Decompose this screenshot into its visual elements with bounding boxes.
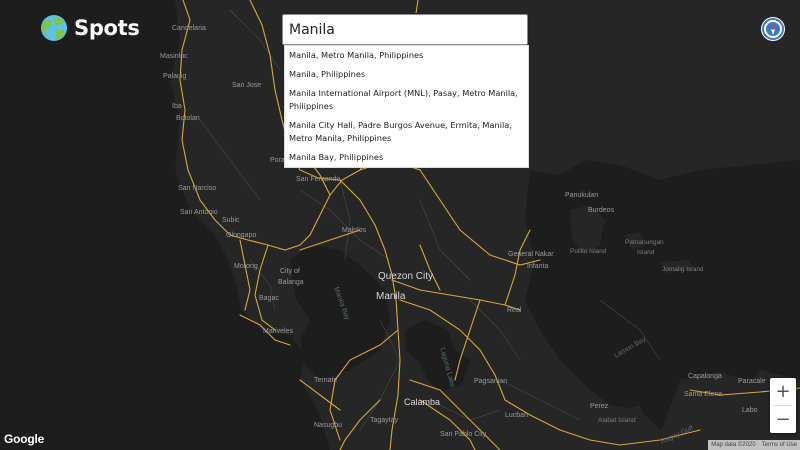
app-root: Candelaria Masinloc Palauig Iba Botolan … [0,0,800,450]
label-patnanungan-island: Patnanungan [625,239,664,246]
app-logo[interactable]: Spots [40,14,140,42]
label-subic: Subic [222,217,240,224]
label-tagaytay: Tagaytay [370,417,399,424]
label-ternate: Ternate [314,377,337,384]
label-candelaria: Candelaria [172,25,206,32]
compass-button[interactable] [761,17,785,41]
label-perez: Perez [590,403,609,410]
suggestion-item[interactable]: Manila, Metro Manila, Philippines [285,46,528,65]
search-box[interactable] [282,14,528,45]
label-calamba: Calamba [404,397,440,407]
zoom-out-button[interactable]: − [770,406,796,433]
label-infanta: Infanta [527,263,549,270]
map-data-credit: Map data ©2020 [711,442,756,448]
label-paracale: Paracale [738,378,766,385]
label-quezon-city: Quezon City [378,271,433,282]
label-san-antonio: San Antonio [180,209,218,216]
map-attribution: Map data ©2020 Terms of Use [708,440,800,450]
suggestion-item[interactable]: Manila International Airport (MNL), Pasa… [285,84,528,116]
label-palauig: Palauig [163,73,186,80]
label-panukulan: Panukulan [565,192,598,199]
search-suggestions: Manila, Metro Manila, Philippines Manila… [284,45,529,168]
suggestion-item[interactable]: Manila City Hall, Padre Burgos Avenue, E… [285,116,528,148]
google-logo[interactable]: Google [4,432,44,446]
search-input[interactable] [283,15,527,44]
label-botolan: Botolan [176,115,200,122]
globe-icon [41,15,67,41]
label-olongapo: Olongapo [226,232,256,239]
zoom-controls: + − [770,378,796,433]
label-alabat-island: Alabat Island [598,417,636,424]
label-malolos: Malolos [342,227,367,234]
label-san-fernando: San Fernando [296,176,340,183]
label-city-of-balanga-2: Balanga [278,279,304,286]
label-san-pablo-city: San Pablo City [440,431,487,438]
label-city-of-balanga: City of [280,268,300,275]
label-polillo-island: Polillo Island [570,248,607,255]
label-masinloc: Masinloc [160,53,188,60]
label-bagac: Bagac [259,295,279,302]
terms-link[interactable]: Terms of Use [762,442,797,448]
compass-icon [762,18,784,40]
label-santa-elena: Santa Elena [684,391,722,398]
label-pagsanjan: Pagsanjan [474,378,507,385]
label-general-nakar: General Nakar [508,251,554,258]
label-san-jose: San Jose [232,82,261,89]
app-name: Spots [74,16,140,40]
zoom-in-button[interactable]: + [770,378,796,405]
label-real: Real [507,307,522,314]
label-iba: Iba [172,103,182,110]
label-capalonga: Capalonga [688,373,722,380]
label-morong: Morong [234,263,258,270]
label-mariveles: Mariveles [263,328,293,335]
label-jomalig-island: Jomalig Island [662,266,704,273]
suggestion-item[interactable]: Manila Bay, Philippines [285,148,528,167]
label-san-narciso: San Narciso [178,185,216,192]
label-burdeos: Burdeos [588,207,615,214]
label-patnanungan-island-2: Island [637,249,655,256]
label-manila: Manila [376,291,406,302]
label-lucban: Lucban [505,412,528,419]
suggestion-item[interactable]: Manila, Philippines [285,65,528,84]
label-nasugbu: Nasugbu [314,422,342,429]
label-labo: Labo [742,407,758,414]
